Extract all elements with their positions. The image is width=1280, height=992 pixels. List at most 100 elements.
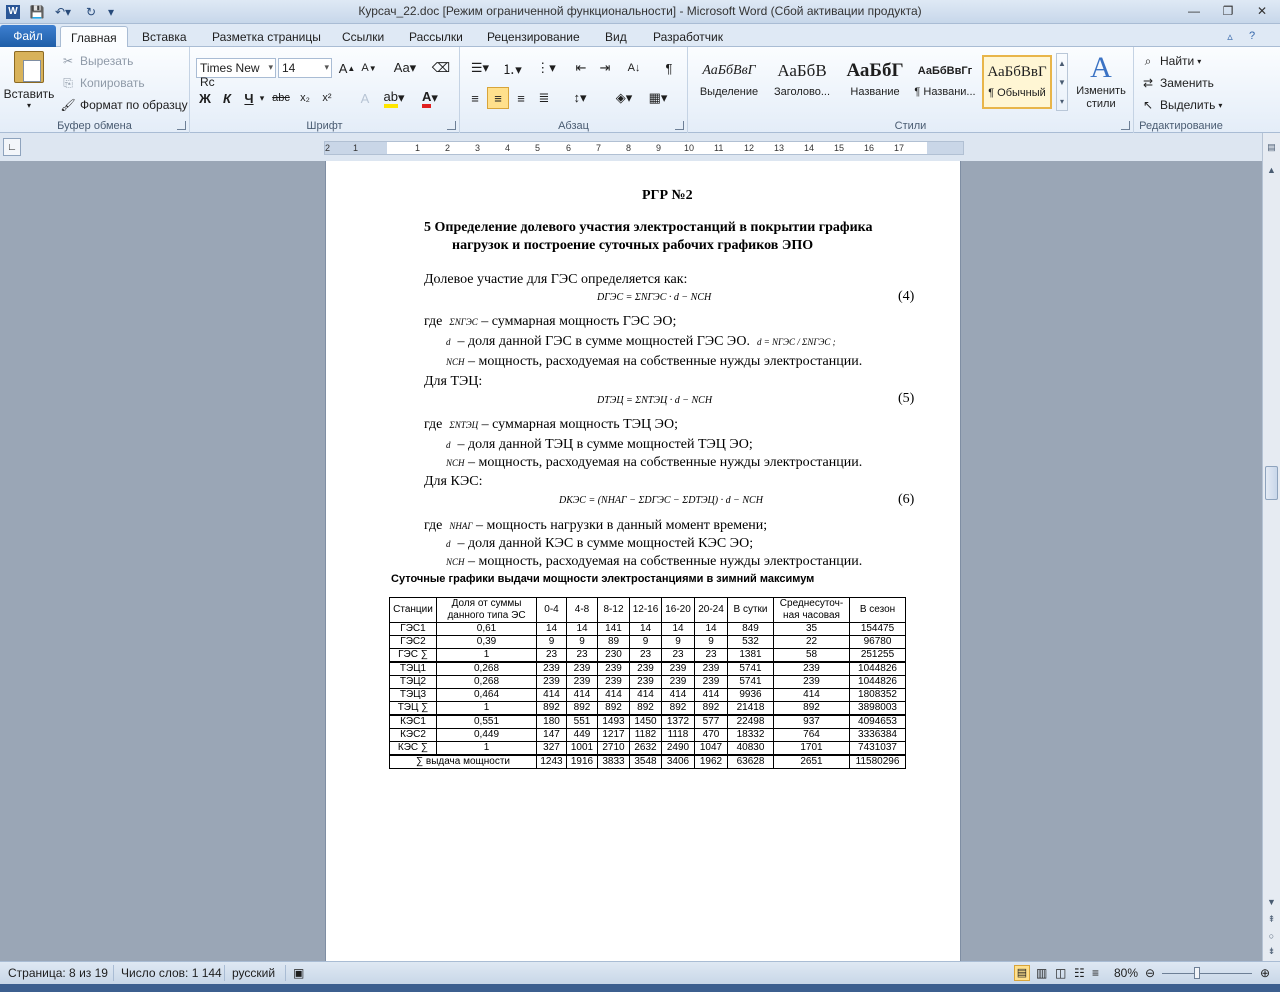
text-effects-icon[interactable]: A (354, 87, 376, 109)
table-cell: КЭС2 (389, 728, 437, 742)
print-layout-icon[interactable]: ▤ (1014, 965, 1030, 981)
tab-developer[interactable]: Разработчик (643, 27, 733, 47)
italic-icon[interactable]: К (216, 87, 238, 109)
shrink-font-icon[interactable]: A ▼ (358, 57, 380, 79)
align-center-icon[interactable]: ≡ (487, 87, 509, 109)
web-layout-icon[interactable]: ◫ (1055, 966, 1066, 980)
strikethrough-icon[interactable]: abc (270, 87, 292, 109)
highlight-icon[interactable]: ab ▾ (380, 87, 408, 109)
font-name-combo[interactable]: Times New Rc ▾ (196, 58, 276, 89)
find-button[interactable]: ⌕ Найти ▾ (1140, 53, 1202, 69)
clipboard-launcher-icon[interactable] (177, 121, 186, 130)
paste-button[interactable]: Вставить ▾ (4, 51, 54, 113)
table-cell: КЭС ∑ (389, 741, 437, 756)
subscript-icon[interactable]: x₂ (294, 87, 316, 109)
next-page-icon[interactable]: ⇟ (1265, 945, 1278, 958)
cut-button[interactable]: ✂ Вырезать (60, 53, 133, 69)
view-ruler-icon[interactable]: ▤ (1265, 141, 1278, 154)
font-color-icon[interactable]: A ▾ (416, 87, 444, 109)
style-heading[interactable]: АаБбВ Заголово... (767, 55, 837, 109)
borders-icon[interactable]: ▦▾ (644, 87, 672, 109)
styles-launcher-icon[interactable] (1121, 121, 1130, 130)
zoom-level[interactable]: 80% (1114, 966, 1138, 980)
style-title-para[interactable]: АаБбВвГг ¶ Названи... (910, 55, 980, 109)
style-normal[interactable]: АаБбВвГ ¶ Обычный (982, 55, 1052, 109)
table-cell: 1381 (727, 648, 774, 663)
draft-view-icon[interactable]: ≡ (1092, 966, 1099, 980)
table-cell: 63628 (727, 754, 774, 769)
multilevel-list-icon[interactable]: ⋮▾ (532, 57, 560, 79)
ruler-tick: 15 (834, 143, 845, 153)
paste-dropdown-icon: ▾ (26, 101, 31, 110)
align-right-icon[interactable]: ≡ (510, 87, 532, 109)
zoom-in-icon[interactable]: ⊕ (1260, 966, 1270, 980)
styles-gallery-scroll[interactable]: ▲ ▼ ▾ (1056, 53, 1068, 111)
tab-selector-icon[interactable]: ∟ (3, 138, 21, 156)
minimize-button[interactable]: — (1180, 2, 1208, 20)
paragraph-launcher-icon[interactable] (675, 121, 684, 130)
bullets-icon[interactable]: ☰▾ (466, 57, 494, 79)
align-left-icon[interactable]: ≡ (464, 87, 486, 109)
tab-mailings[interactable]: Рассылки (399, 27, 473, 47)
scroll-thumb[interactable] (1265, 466, 1278, 500)
page-count-status[interactable]: Страница: 8 из 19 (8, 966, 108, 980)
shading-icon[interactable]: ◈▾ (610, 87, 638, 109)
horizontal-ruler[interactable]: 2 1 1 2 3 4 5 6 7 8 9 10 11 12 13 14 15 … (324, 141, 964, 155)
table-cell: 9 (536, 635, 567, 649)
sort-icon[interactable]: A↓ (620, 57, 648, 79)
styles-group-label: Стили (894, 120, 927, 132)
vertical-scrollbar[interactable]: ▤ ▲ ▼ ⇞ ○ ⇟ (1262, 133, 1280, 961)
superscript-icon[interactable]: x² (316, 87, 338, 109)
table-cell: 1118 (661, 728, 695, 742)
format-painter-button[interactable]: 🖌 Формат по образцу (60, 97, 187, 113)
close-button[interactable]: ✕ (1248, 2, 1276, 20)
scroll-up-icon[interactable]: ▲ (1265, 163, 1278, 176)
table-cell: 4094653 (849, 714, 906, 729)
replace-button[interactable]: ⇄ Заменить (1140, 75, 1214, 91)
justify-icon[interactable]: ≣ (533, 87, 555, 109)
table-cell: 849 (727, 622, 774, 636)
previous-page-icon[interactable]: ⇞ (1265, 913, 1278, 926)
document-page[interactable]: РГР №2 5 Определение долевого участия эл… (325, 161, 961, 961)
language-status[interactable]: русский (232, 966, 275, 980)
font-launcher-icon[interactable] (447, 121, 456, 130)
help-icon[interactable]: ? (1244, 29, 1260, 43)
zoom-out-icon[interactable]: ⊖ (1145, 966, 1155, 980)
browse-object-icon[interactable]: ○ (1265, 929, 1278, 942)
style-title[interactable]: АаБбГ Название (840, 55, 910, 109)
underline-dropdown-icon[interactable]: ▾ (256, 87, 268, 109)
font-size-combo[interactable]: 14 ▾ (278, 58, 332, 78)
table-cell: 470 (694, 728, 728, 742)
outline-view-icon[interactable]: ☷ (1074, 966, 1085, 980)
clear-formatting-icon[interactable]: ⌫ (430, 57, 452, 79)
status-divider (224, 965, 225, 981)
macro-record-icon[interactable]: ▣ (293, 966, 304, 980)
minimize-ribbon-icon[interactable]: ▵ (1222, 29, 1238, 43)
copy-button[interactable]: ⎘ Копировать (60, 75, 144, 91)
change-case-icon[interactable]: Aa▾ (390, 57, 420, 79)
tab-insert[interactable]: Вставка (132, 27, 197, 47)
line-spacing-icon[interactable]: ↕▾ (566, 87, 594, 109)
show-marks-icon[interactable]: ¶ (658, 57, 680, 79)
select-button[interactable]: ↖ Выделить ▾ (1140, 97, 1222, 113)
scroll-down-icon[interactable]: ▼ (1265, 895, 1278, 908)
decrease-indent-icon[interactable]: ⇤ (570, 57, 592, 79)
tab-view[interactable]: Вид (595, 27, 637, 47)
increase-indent-icon[interactable]: ⇥ (594, 57, 616, 79)
restore-button[interactable]: ❐ (1214, 2, 1242, 20)
tab-file[interactable]: Файл (0, 25, 56, 47)
word-count-status[interactable]: Число слов: 1 144 (121, 966, 222, 980)
zoom-slider-thumb[interactable] (1194, 967, 1200, 979)
full-screen-reading-icon[interactable]: ▥ (1036, 966, 1047, 980)
zoom-slider[interactable] (1162, 973, 1252, 974)
numbering-icon[interactable]: ⒈▾ (498, 57, 526, 79)
tab-references[interactable]: Ссылки (332, 27, 394, 47)
style-emphasis[interactable]: АаБбВвГ Выделение (694, 55, 764, 109)
bold-icon[interactable]: Ж (194, 87, 216, 109)
grow-font-icon[interactable]: A ▲ (336, 57, 358, 79)
tab-review[interactable]: Рецензирование (477, 27, 590, 47)
tab-page-layout[interactable]: Разметка страницы (202, 27, 331, 47)
status-bar: Страница: 8 из 19 Число слов: 1 144 русс… (0, 961, 1280, 984)
tab-home[interactable]: Главная (60, 26, 128, 48)
change-styles-button[interactable]: A Изменить стили (1072, 51, 1130, 113)
